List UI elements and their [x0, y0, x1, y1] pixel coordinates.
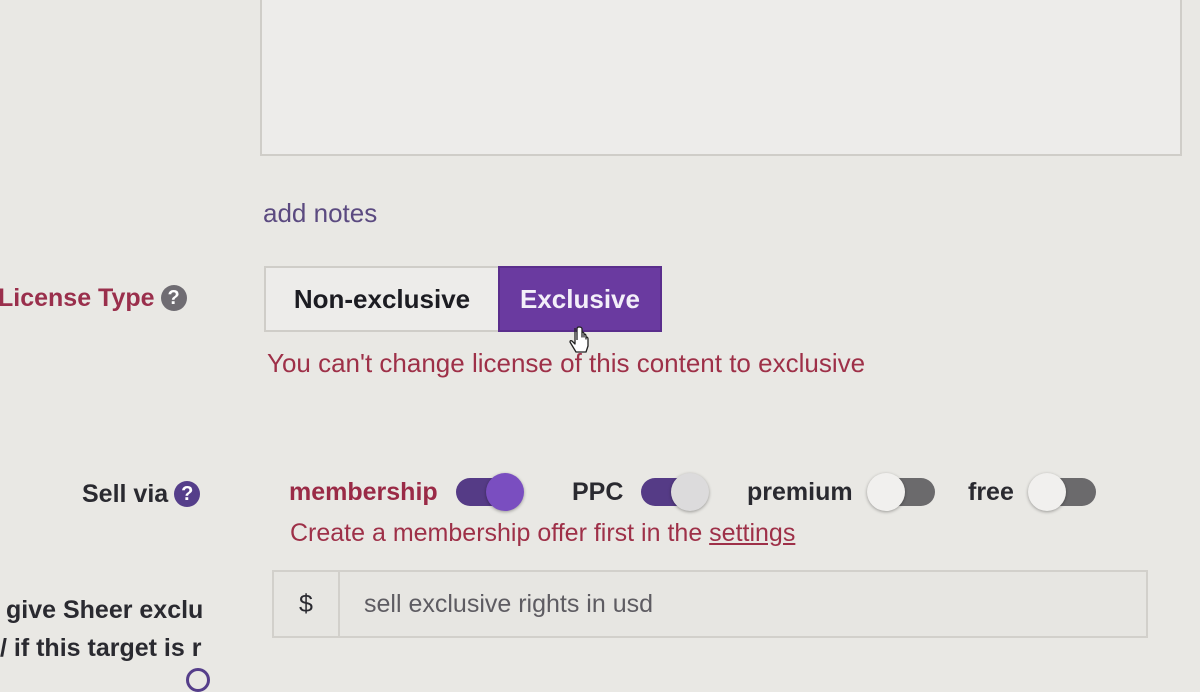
premium-toggle-group: premium [747, 472, 935, 512]
sell-via-error-text: Create a membership offer first in the [290, 519, 710, 547]
membership-toggle-group: membership [289, 472, 524, 512]
membership-toggle[interactable] [455, 473, 524, 511]
toggle-knob [866, 473, 905, 511]
non-exclusive-button[interactable]: Non-exclusive [264, 266, 498, 332]
sell-via-text: Sell via [82, 480, 169, 508]
membership-label: membership [289, 477, 438, 506]
free-label: free [968, 477, 1014, 506]
sell-via-label: Sell via? [82, 480, 201, 509]
license-type-label: License Type? [0, 284, 187, 313]
exclusive-price-field: $ [272, 570, 1148, 638]
premium-label: premium [747, 477, 853, 506]
ppc-label: PPC [572, 477, 624, 506]
exclusive-price-input[interactable] [340, 572, 1146, 636]
license-type-text: License Type [0, 284, 155, 312]
currency-symbol: $ [274, 572, 340, 636]
exclusive-button[interactable]: Exclusive [498, 266, 662, 332]
sell-via-error-message: Create a membership offer first in the s… [290, 519, 795, 548]
toggle-knob [1027, 473, 1066, 511]
exclusive-rights-label: give Sheer exclu [6, 596, 204, 624]
help-icon[interactable]: ? [160, 285, 187, 311]
help-icon[interactable]: ? [174, 481, 201, 507]
target-condition-label: / if this target is r [0, 634, 202, 662]
ppc-toggle-group: PPC [572, 472, 710, 512]
ppc-toggle[interactable] [641, 473, 710, 511]
add-notes-link[interactable]: add notes [263, 198, 377, 229]
license-type-selector: Non-exclusive Exclusive [264, 266, 662, 332]
toggle-knob [485, 473, 524, 511]
settings-link[interactable]: settings [709, 519, 795, 547]
license-error-message: You can't change license of this content… [267, 348, 866, 378]
premium-toggle[interactable] [866, 473, 935, 511]
notes-textarea[interactable] [260, 0, 1182, 156]
free-toggle-group: free [968, 472, 1096, 512]
free-toggle[interactable] [1027, 473, 1096, 511]
toggle-knob [671, 473, 710, 511]
help-icon[interactable] [186, 668, 210, 692]
